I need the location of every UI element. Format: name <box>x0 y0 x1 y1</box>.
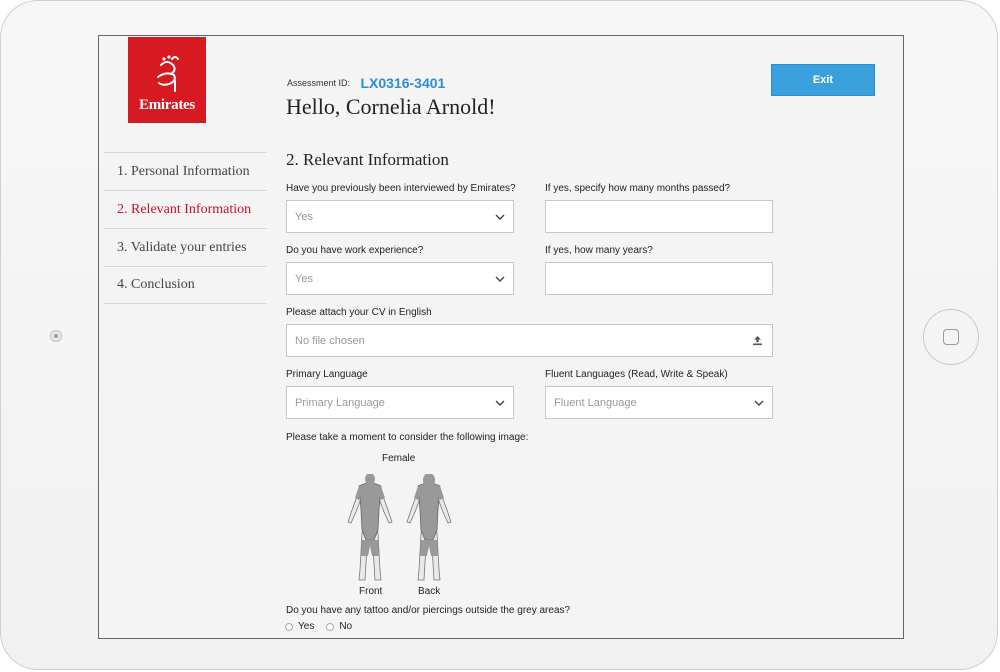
chevron-down-icon <box>495 400 505 406</box>
sidebar-item-personal-information[interactable]: 1. Personal Information <box>104 152 267 190</box>
radio-no-circle[interactable] <box>326 622 335 631</box>
sidebar-nav: 1. Personal Information 2. Relevant Info… <box>104 152 267 304</box>
interviewed-label: Have you previously been interviewed by … <box>286 183 516 194</box>
work-experience-value: Yes <box>295 272 313 285</box>
work-experience-label: Do you have work experience? <box>286 245 424 256</box>
upload-icon[interactable] <box>752 335 763 346</box>
tattoo-options: Yes No <box>285 621 364 632</box>
radio-no[interactable]: No <box>326 621 352 632</box>
sidebar-item-validate-entries[interactable]: 3. Validate your entries <box>104 228 267 266</box>
primary-language-select[interactable]: Primary Language <box>286 386 514 419</box>
figure-title: Female <box>382 453 416 464</box>
months-input[interactable] <box>545 200 773 233</box>
sidebar-item-relevant-information[interactable]: 2. Relevant Information <box>104 190 267 228</box>
interviewed-select[interactable]: Yes <box>286 200 514 233</box>
front-label: Front <box>359 586 383 597</box>
back-label: Back <box>418 586 441 597</box>
fluent-language-select[interactable]: Fluent Language <box>545 386 773 419</box>
radio-yes-circle[interactable] <box>285 622 293 631</box>
chevron-down-icon <box>495 214 505 220</box>
emirates-logo: Emirates <box>128 37 206 123</box>
section-title: 2. Relevant Information <box>286 150 449 169</box>
fluent-language-label: Fluent Languages (Read, Write & Speak) <box>545 369 728 380</box>
radio-yes[interactable]: Yes <box>285 621 314 632</box>
primary-language-label: Primary Language <box>286 369 368 380</box>
months-label: If yes, specify how many months passed? <box>545 183 731 194</box>
interviewed-value: Yes <box>295 210 313 223</box>
work-experience-select[interactable]: Yes <box>286 262 514 295</box>
cv-label: Please attach your CV in English <box>286 307 432 318</box>
body-back-figure <box>406 474 452 581</box>
chevron-down-icon <box>754 400 764 406</box>
tablet-frame: Emirates Assessment ID: LX0316-3401 Hell… <box>0 0 998 670</box>
cv-file-status: No file chosen <box>295 334 365 347</box>
chevron-down-icon <box>495 276 505 282</box>
greeting: Hello, Cornelia Arnold! <box>286 94 496 119</box>
years-input[interactable] <box>545 262 773 295</box>
body-front-figure <box>347 474 393 581</box>
exit-button[interactable]: Exit <box>771 64 875 96</box>
image-prompt: Please take a moment to consider the fol… <box>286 432 529 443</box>
years-label: If yes, how many years? <box>545 245 653 256</box>
assessment-id-value: LX0316-3401 <box>360 74 446 91</box>
assessment-id: Assessment ID: LX0316-3401 <box>287 74 446 91</box>
assessment-id-label: Assessment ID: <box>287 77 351 88</box>
app-screen: Emirates Assessment ID: LX0316-3401 Hell… <box>98 35 904 639</box>
tattoo-question: Do you have any tattoo and/or piercings … <box>286 605 571 616</box>
cv-file-input[interactable]: No file chosen <box>286 324 773 357</box>
sidebar-item-conclusion[interactable]: 4. Conclusion <box>104 266 267 304</box>
home-button[interactable] <box>923 309 979 365</box>
camera-icon <box>50 330 62 342</box>
home-button-icon <box>943 329 959 345</box>
